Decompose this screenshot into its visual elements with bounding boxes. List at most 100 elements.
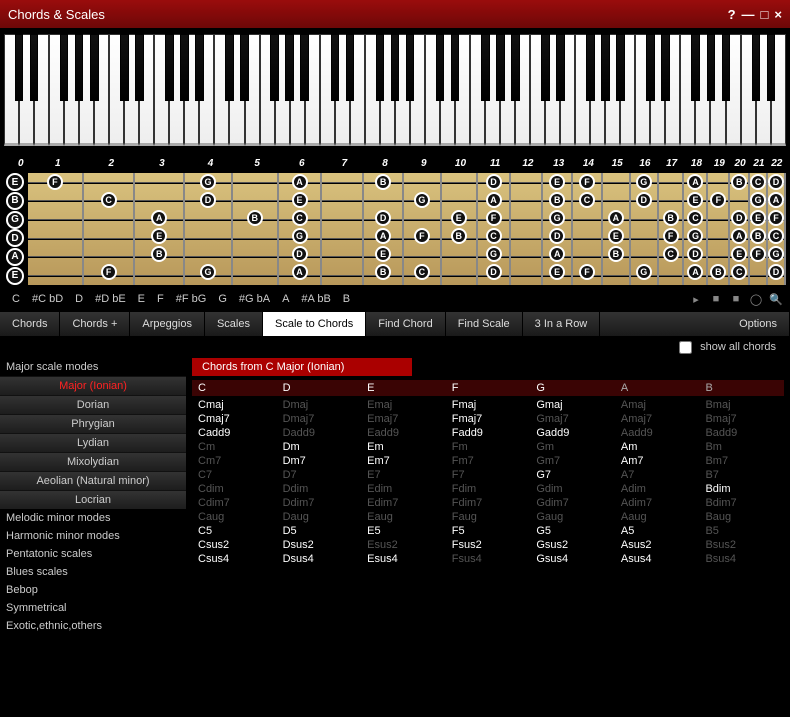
column-header[interactable]: E — [361, 380, 446, 396]
fret-note[interactable]: F — [486, 210, 502, 226]
fret-note[interactable]: D — [200, 192, 216, 208]
tab--in-a-row[interactable]: 3 In a Row — [523, 312, 601, 336]
minimize-icon[interactable]: — — [742, 7, 755, 22]
white-key[interactable] — [590, 34, 605, 146]
fret-note[interactable]: F — [710, 192, 726, 208]
tab-options[interactable]: Options — [727, 312, 790, 336]
chord-cell[interactable]: Edim7 — [361, 496, 446, 510]
tab-chords[interactable]: Chords — [0, 312, 60, 336]
fret-note[interactable]: B — [750, 228, 766, 244]
fret-note[interactable]: G — [768, 246, 784, 262]
sidebar-item[interactable]: Lydian — [0, 433, 186, 452]
white-key[interactable] — [34, 34, 49, 146]
fret-note[interactable]: D — [292, 246, 308, 262]
chord-cell[interactable]: Dmaj7 — [277, 412, 362, 426]
fret-note[interactable]: D — [687, 246, 703, 262]
chord-cell[interactable]: Emaj — [361, 398, 446, 412]
fret-note[interactable]: F — [750, 246, 766, 262]
white-key[interactable] — [199, 34, 214, 146]
search-icon[interactable]: 🔍 — [768, 291, 784, 307]
piano-keyboard[interactable] — [0, 28, 790, 146]
root-note-CbD[interactable]: #C bD — [26, 293, 69, 305]
chord-cell[interactable]: D7 — [277, 468, 362, 482]
fret-note[interactable]: E — [549, 174, 565, 190]
chord-cell[interactable]: Amaj — [615, 398, 700, 412]
fret-note[interactable]: G — [200, 174, 216, 190]
white-key[interactable] — [365, 34, 380, 146]
fret-note[interactable]: F — [47, 174, 63, 190]
white-key[interactable] — [575, 34, 590, 146]
chord-cell[interactable]: Fmaj7 — [446, 412, 531, 426]
column-header[interactable]: D — [277, 380, 362, 396]
root-note-B[interactable]: B — [337, 293, 356, 305]
white-key[interactable] — [665, 34, 680, 146]
sidebar-header[interactable]: Melodic minor modes — [0, 509, 186, 527]
fret-note[interactable]: C — [768, 228, 784, 244]
sidebar-header[interactable]: Pentatonic scales — [0, 545, 186, 563]
fret-note[interactable]: C — [101, 192, 117, 208]
chord-cell[interactable]: Dadd9 — [277, 426, 362, 440]
sidebar-header[interactable]: Blues scales — [0, 563, 186, 581]
fret-note[interactable]: F — [414, 228, 430, 244]
fret-note[interactable]: F — [579, 264, 595, 280]
fret-note[interactable]: G — [636, 264, 652, 280]
sidebar-item[interactable]: Mixolydian — [0, 452, 186, 471]
fret-note[interactable]: E — [750, 210, 766, 226]
record-icon[interactable]: ■ — [728, 291, 744, 307]
white-key[interactable] — [695, 34, 710, 146]
chord-cell[interactable]: Ddim7 — [277, 496, 362, 510]
fret-note[interactable]: A — [768, 192, 784, 208]
tab-chords-[interactable]: Chords + — [60, 312, 130, 336]
chord-cell[interactable]: Cdim7 — [192, 496, 277, 510]
white-key[interactable] — [470, 34, 485, 146]
chord-cell[interactable]: Bm7 — [699, 454, 784, 468]
root-note-D[interactable]: D — [69, 293, 89, 305]
fret-note[interactable]: D — [486, 174, 502, 190]
chord-cell[interactable]: Gmaj7 — [530, 412, 615, 426]
fret-note[interactable]: D — [768, 174, 784, 190]
white-key[interactable] — [305, 34, 320, 146]
white-key[interactable] — [500, 34, 515, 146]
fret-note[interactable]: D — [636, 192, 652, 208]
fret-note[interactable]: E — [375, 246, 391, 262]
chord-cell[interactable]: E7 — [361, 468, 446, 482]
fret-note[interactable]: A — [375, 228, 391, 244]
chord-cell[interactable]: Badd9 — [699, 426, 784, 440]
tab-arpeggios[interactable]: Arpeggios — [130, 312, 205, 336]
fret-note[interactable]: E — [549, 264, 565, 280]
fret-note[interactable]: B — [731, 174, 747, 190]
white-key[interactable] — [64, 34, 79, 146]
chord-cell[interactable]: Caug — [192, 510, 277, 524]
white-key[interactable] — [741, 34, 756, 146]
fret-note[interactable]: B — [451, 228, 467, 244]
chord-cell[interactable]: Dm — [277, 440, 362, 454]
chord-cell[interactable]: Bmaj — [699, 398, 784, 412]
white-key[interactable] — [560, 34, 575, 146]
root-note-F[interactable]: F — [151, 293, 170, 305]
sidebar-item[interactable]: Aeolian (Natural minor) — [0, 471, 186, 490]
fret-note[interactable]: E — [292, 192, 308, 208]
fret-note[interactable]: B — [663, 210, 679, 226]
fret-note[interactable]: B — [710, 264, 726, 280]
white-key[interactable] — [756, 34, 771, 146]
white-key[interactable] — [260, 34, 275, 146]
chord-cell[interactable]: Gadd9 — [530, 426, 615, 440]
help-icon[interactable]: ? — [728, 7, 736, 22]
sidebar-item[interactable]: Phrygian — [0, 414, 186, 433]
fret-note[interactable]: G — [292, 228, 308, 244]
chord-cell[interactable]: Cm7 — [192, 454, 277, 468]
chord-cell[interactable]: Dsus4 — [277, 552, 362, 566]
chord-cell[interactable]: Fdim — [446, 482, 531, 496]
chord-cell[interactable]: A7 — [615, 468, 700, 482]
white-key[interactable] — [154, 34, 169, 146]
chord-cell[interactable]: Emaj7 — [361, 412, 446, 426]
chord-cell[interactable]: Am — [615, 440, 700, 454]
fret-note[interactable]: E — [731, 246, 747, 262]
chord-cell[interactable]: Dm7 — [277, 454, 362, 468]
chord-cell[interactable]: Amaj7 — [615, 412, 700, 426]
chord-cell[interactable]: Dsus2 — [277, 538, 362, 552]
fret-note[interactable]: C — [750, 174, 766, 190]
stop-icon[interactable]: ■ — [708, 291, 724, 307]
chord-cell[interactable]: Eaug — [361, 510, 446, 524]
chord-cell[interactable]: Gaug — [530, 510, 615, 524]
